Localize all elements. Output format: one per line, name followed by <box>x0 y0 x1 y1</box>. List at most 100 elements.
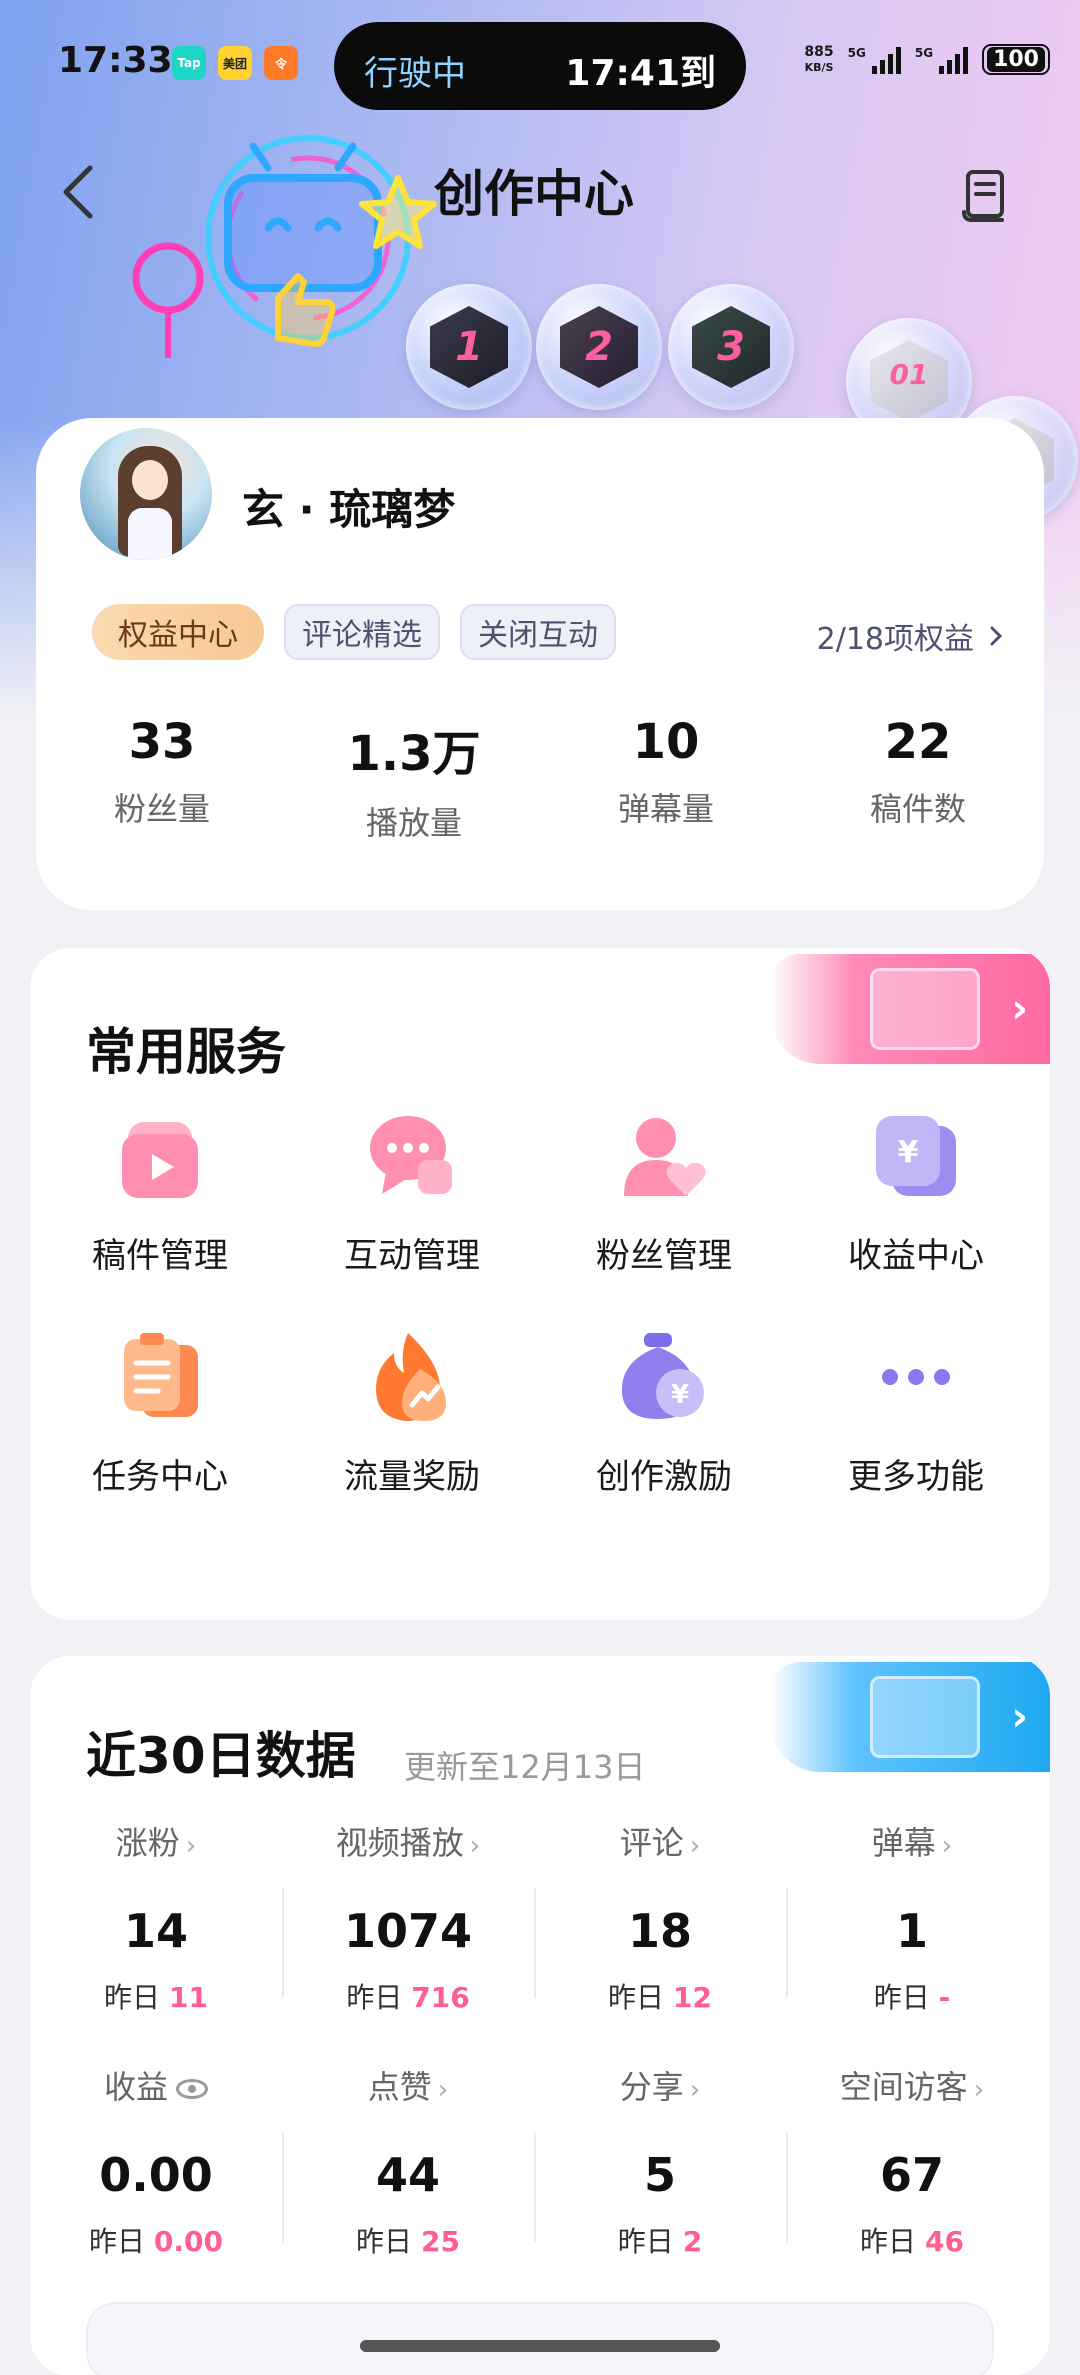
service-label: 粉丝管理 <box>596 1236 732 1276</box>
data-banner[interactable]: › <box>770 1662 1050 1772</box>
mascot-illustration <box>132 135 437 358</box>
stat-label: 稿件数 <box>869 790 966 828</box>
service-fans[interactable]: 粉丝管理 <box>538 1108 790 1277</box>
metric-label: 分享 <box>619 2068 684 2106</box>
service-label: 创作激励 <box>596 1457 732 1497</box>
clipboard-icon <box>124 1333 198 1417</box>
tag-rights-center[interactable]: 权益中心 <box>92 604 264 660</box>
eye-icon[interactable] <box>176 2079 208 2099</box>
tag-comment-selection[interactable]: 评论精选 <box>284 604 440 660</box>
meituan-app-icon: 美团 <box>218 46 252 80</box>
metric-value: 67 <box>879 2148 944 2202</box>
yesterday-label: 昨日 <box>88 2225 145 2258</box>
metric-label: 收益 <box>103 2068 168 2106</box>
badge-rank-3-icon: 3 <box>717 324 745 370</box>
metric-label: 评论 <box>619 1824 684 1862</box>
tactics-board-icon <box>870 1676 980 1758</box>
net-speed-unit: KB/S <box>804 60 834 74</box>
stat-label: 弹幕量 <box>617 790 714 828</box>
signal-icon: 5G <box>848 46 901 74</box>
yesterday-label: 昨日 <box>860 2225 917 2258</box>
yesterday-value: 25 <box>420 2225 460 2258</box>
data-title: 近30日数据 <box>86 1727 356 1785</box>
chevron-left-icon[interactable] <box>56 162 100 222</box>
data-row-2: 收益 0.00 昨日 0.00 点赞 › 44 昨日 25 分享 › 5 昨日 2 … <box>30 2062 1050 2260</box>
rights-link[interactable]: 2/18项权益 <box>817 614 1004 658</box>
signal-icon-2: 5G <box>915 46 969 74</box>
yesterday-label: 昨日 <box>104 1981 161 2014</box>
badge-bubble-1[interactable]: 1 <box>406 284 532 410</box>
metric-shares[interactable]: 分享 › 5 昨日 2 <box>534 2062 786 2260</box>
more-dots-icon <box>882 1369 950 1385</box>
stat-works[interactable]: 22 稿件数 <box>792 714 1044 844</box>
service-earnings[interactable]: ¥ 收益中心 <box>790 1108 1042 1277</box>
badge-bubble-3[interactable]: 3 <box>668 284 794 410</box>
chevron-right-icon: › <box>1011 986 1028 1032</box>
services-grid: 稿件管理 互动管理 粉丝管理 ¥ 收益中心 任务中心 流量奖励 ¥ 创作激励 更… <box>30 1108 1050 1498</box>
stat-danmaku[interactable]: 10 弹幕量 <box>540 714 792 844</box>
metric-comments[interactable]: 评论 › 18 昨日 12 <box>534 1818 786 2016</box>
yesterday-value: 0.00 <box>153 2225 223 2258</box>
yesterday-value: 2 <box>682 2225 703 2258</box>
metric-video-plays[interactable]: 视频播放 › 1074 昨日 716 <box>282 1818 534 2016</box>
stat-plays[interactable]: 1.3万 播放量 <box>288 714 540 844</box>
metric-space-visitors[interactable]: 空间访客 › 67 昨日 46 <box>786 2062 1038 2260</box>
badge-rank-1-icon: 1 <box>455 324 483 370</box>
service-label: 更多功能 <box>848 1457 984 1497</box>
stat-label: 播放量 <box>365 804 462 842</box>
profile-tags: 权益中心 评论精选 关闭互动 <box>92 604 616 660</box>
service-manuscripts[interactable]: 稿件管理 <box>34 1108 286 1277</box>
update-text: 更新至12月13日 <box>404 1748 646 1786</box>
home-indicator[interactable] <box>360 2340 720 2352</box>
battery-level: 100 <box>987 47 1045 72</box>
grid-scroll-icon <box>870 968 980 1050</box>
metric-earnings[interactable]: 收益 0.00 昨日 0.00 <box>30 2062 282 2260</box>
chevron-right-icon: › <box>1011 1694 1028 1740</box>
tag-close-interaction[interactable]: 关闭互动 <box>460 604 616 660</box>
service-label: 互动管理 <box>344 1236 480 1276</box>
avatar[interactable] <box>76 424 216 564</box>
service-tasks[interactable]: 任务中心 <box>34 1329 286 1498</box>
document-icon[interactable] <box>960 168 1012 224</box>
ticket-app-icon: 令 <box>264 46 298 80</box>
service-traffic-reward[interactable]: 流量奖励 <box>286 1329 538 1498</box>
metric-label: 涨粉 <box>115 1824 180 1862</box>
badge-rank-2-icon: 2 <box>585 324 613 370</box>
page-title: 创作中心 <box>434 165 634 223</box>
services-banner[interactable]: › <box>770 954 1050 1064</box>
tap-app-icon: Tap <box>172 46 206 80</box>
video-file-icon <box>122 1122 198 1198</box>
metric-label: 弹幕 <box>871 1824 936 1862</box>
chevron-right-icon: › <box>437 2075 449 2105</box>
service-creation-incentive[interactable]: ¥ 创作激励 <box>538 1329 790 1498</box>
stat-value: 1.3万 <box>347 726 481 782</box>
metric-danmaku[interactable]: 弹幕 › 1 昨日 - <box>786 1818 1038 2016</box>
chevron-right-icon: › <box>973 2075 985 2105</box>
service-more[interactable]: 更多功能 <box>790 1329 1042 1498</box>
service-label: 任务中心 <box>92 1457 228 1497</box>
metric-value: 0.00 <box>99 2148 213 2202</box>
data-30d-card: › 近30日数据 更新至12月13日 涨粉 › 14 昨日 11 视频播放 › 10… <box>30 1656 1050 2375</box>
yesterday-value: 716 <box>411 1981 470 2014</box>
badge-bubble-2[interactable]: 2 <box>536 284 662 410</box>
stat-value: 33 <box>128 714 196 770</box>
navigation-pill[interactable]: 行驶中 17:41到 <box>334 22 746 110</box>
yesterday-label: 昨日 <box>617 2225 674 2258</box>
metric-likes[interactable]: 点赞 › 44 昨日 25 <box>282 2062 534 2260</box>
service-interactions[interactable]: 互动管理 <box>286 1108 538 1277</box>
service-label: 流量奖励 <box>344 1457 480 1497</box>
money-bag-icon: ¥ <box>621 1333 704 1419</box>
stat-fans[interactable]: 33 粉丝量 <box>36 714 288 844</box>
profile-stats: 33 粉丝量 1.3万 播放量 10 弹幕量 22 稿件数 <box>36 714 1044 844</box>
metric-value: 1074 <box>343 1904 473 1958</box>
status-right-group: 885 KB/S 5G 5G 100 <box>804 44 1050 75</box>
metric-value: 18 <box>627 1904 692 1958</box>
stat-value: 22 <box>884 714 952 770</box>
metric-fans-gain[interactable]: 涨粉 › 14 昨日 11 <box>30 1818 282 2016</box>
data-row-1: 涨粉 › 14 昨日 11 视频播放 › 1074 昨日 716 评论 › 18 昨日… <box>30 1818 1050 2016</box>
username: 玄 · 琉璃梦 <box>242 485 456 534</box>
rights-text: 2/18项权益 <box>816 622 974 657</box>
chevron-right-icon: › <box>689 1831 701 1861</box>
metric-value: 14 <box>123 1904 188 1958</box>
nav-arrival-time: 17:41到 <box>565 53 716 94</box>
